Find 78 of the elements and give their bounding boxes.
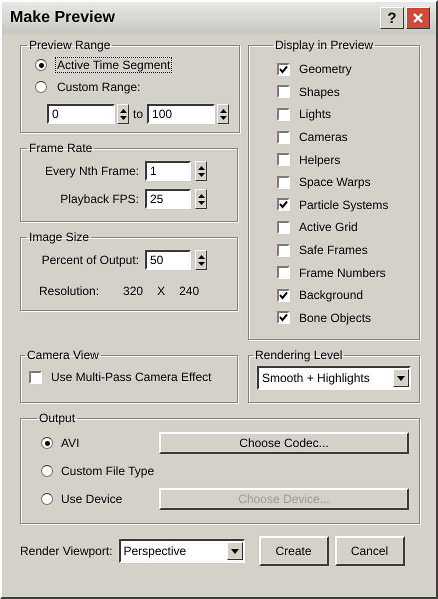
spinner-button[interactable]: [217, 104, 230, 124]
checkbox[interactable]: [277, 311, 290, 324]
checkbox-label[interactable]: Frame Numbers: [299, 266, 386, 280]
field-label: Every Nth Frame:: [44, 164, 139, 178]
radio-button[interactable]: [35, 59, 47, 71]
group-title: Output: [38, 411, 76, 426]
checkbox-label[interactable]: Cameras: [299, 130, 348, 144]
spinner-arrows-icon: [198, 192, 204, 206]
radio-label[interactable]: Custom File Type: [61, 464, 154, 478]
times-sign: X: [157, 284, 166, 298]
checkbox[interactable]: [277, 266, 290, 280]
checkbox[interactable]: [277, 288, 290, 302]
checkbox-label[interactable]: Shapes: [299, 84, 340, 99]
checkbox-label[interactable]: Background: [299, 288, 364, 302]
radio-button[interactable]: [41, 437, 53, 450]
spinner-arrows-icon: [120, 108, 126, 120]
checkbox-label[interactable]: Safe Frames: [299, 243, 368, 258]
group-title: Rendering Level: [254, 348, 344, 362]
radio-button[interactable]: [35, 81, 47, 93]
help-button[interactable]: ?: [380, 7, 404, 29]
group-title: Display in Preview: [274, 38, 374, 52]
number-field[interactable]: 25: [145, 189, 191, 209]
checkbox-label[interactable]: Lights: [299, 107, 332, 122]
checkbox[interactable]: [29, 370, 42, 384]
spinner-button[interactable]: [195, 161, 207, 181]
checkbox[interactable]: [277, 198, 290, 212]
viewport-label: Render Viewport:: [20, 544, 112, 558]
group-title: Camera View: [26, 348, 100, 362]
spinner-button[interactable]: [117, 104, 129, 124]
group-title: Preview Range: [28, 38, 112, 52]
group-title: Image Size: [28, 230, 90, 244]
checkbox-label[interactable]: Space Warps: [299, 175, 371, 190]
caret-icon: [230, 548, 238, 554]
spinner-button[interactable]: [195, 189, 207, 209]
radio-label[interactable]: Use Device: [61, 492, 122, 506]
radio-button[interactable]: [41, 465, 53, 478]
number-field[interactable]: 50: [145, 250, 191, 270]
range-start-field[interactable]: 0: [47, 104, 115, 124]
to-label: to: [133, 107, 144, 121]
number-field[interactable]: 1: [145, 161, 191, 181]
viewport-dropdown[interactable]: Perspective: [118, 539, 244, 564]
checkbox[interactable]: [277, 130, 290, 144]
spinner-arrows-icon: [220, 108, 227, 120]
checkbox[interactable]: [277, 62, 290, 76]
dialog-button[interactable]: Cancel: [334, 536, 404, 566]
checkbox-label[interactable]: Particle Systems: [299, 198, 388, 212]
spinner-button[interactable]: [195, 250, 207, 270]
dialog-button[interactable]: Create: [258, 536, 328, 566]
checkbox-label[interactable]: Bone Objects: [299, 310, 372, 325]
radio-label[interactable]: AVI: [61, 436, 80, 450]
resolution-label: Resolution:: [39, 284, 100, 298]
close-button[interactable]: [406, 7, 430, 29]
radio-label[interactable]: Custom Range:: [55, 79, 142, 95]
radio-label[interactable]: Active Time Segment: [55, 57, 172, 73]
checkbox-label[interactable]: Geometry: [299, 62, 352, 76]
choose-button[interactable]: Choose Codec...: [159, 432, 409, 454]
checkbox-label[interactable]: Helpers: [299, 152, 340, 167]
checkbox[interactable]: [277, 108, 290, 121]
checkbox[interactable]: [277, 220, 290, 234]
checkbox[interactable]: [277, 85, 290, 98]
field-label: Percent of Output:: [42, 253, 139, 267]
checkbox[interactable]: [277, 153, 290, 166]
checkbox-label[interactable]: Active Grid: [299, 220, 358, 234]
radio-button[interactable]: [41, 493, 53, 506]
spinner-arrows-icon: [198, 164, 204, 178]
close-icon: [412, 12, 424, 24]
group-title: Frame Rate: [28, 141, 94, 155]
window-title: Make Preview: [10, 9, 115, 27]
resolution-width: 320: [123, 284, 144, 298]
spinner-arrows-icon: [198, 254, 204, 266]
checkbox[interactable]: [277, 244, 290, 257]
resolution-height: 240: [179, 284, 200, 298]
field-label: Playback FPS:: [60, 192, 139, 206]
rendering-level-dropdown[interactable]: Smooth + Highlights: [257, 366, 411, 390]
range-end-field[interactable]: 100: [147, 104, 216, 124]
checkbox-label[interactable]: Use Multi-Pass Camera Effect: [51, 370, 212, 384]
caret-icon: [397, 376, 405, 381]
checkbox[interactable]: [277, 176, 290, 189]
